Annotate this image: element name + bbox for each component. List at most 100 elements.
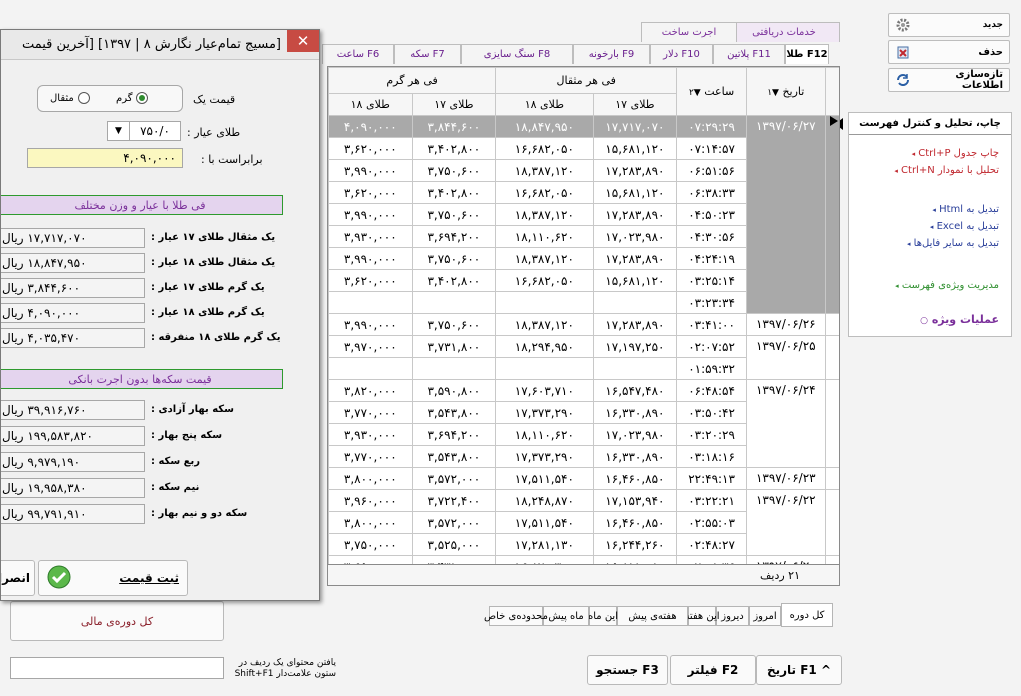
filter-f2-label: فیلتر F2 <box>687 663 739 677</box>
tab-gemstone-label: سنگ سایزی F8 <box>483 49 551 60</box>
tab-gemstone[interactable]: سنگ سایزی F8 <box>461 44 573 64</box>
unit-mithqal-radio[interactable]: مثقال <box>50 92 90 104</box>
cell-mithqal-18 <box>495 357 594 380</box>
date-f1-label: تاریخ F1 ^ <box>766 663 832 677</box>
cell-mithqal-18: ۱۶,۶۸۲,۰۵۰ <box>495 269 594 292</box>
tab-received-services[interactable]: خدمات دریافتی <box>728 22 840 42</box>
tab-coin-label: سکه F7 <box>410 49 445 60</box>
tab-watch[interactable]: ساعت F6 <box>322 44 394 64</box>
unit-gram-radio[interactable]: گرم <box>116 92 149 104</box>
price-row-label: ربع سکه : <box>151 456 201 467</box>
chart-analysis-item[interactable]: تحلیل با نمودار Ctrl+N ◂ <box>894 165 999 176</box>
period-tab[interactable]: امروز <box>749 606 781 626</box>
close-button[interactable]: ✕ <box>287 30 319 52</box>
new-button[interactable]: جدید <box>888 13 1010 37</box>
period-tab-label: کل دوره <box>789 609 825 621</box>
cell-mithqal-18: ۱۸,۳۸۷,۱۲۰ <box>495 247 594 270</box>
period-tab[interactable]: این هفته <box>684 606 720 626</box>
print-table-item[interactable]: چاپ جدول Ctrl+P ◂ <box>912 148 999 159</box>
cell-mithqal-18: ۱۸,۳۸۷,۱۲۰ <box>495 159 594 182</box>
special-list-item[interactable]: مدیریت ویژه‌ی فهرست ◂ <box>895 280 999 291</box>
purity-value: ۷۵۰/۰ <box>140 124 170 138</box>
period-tab[interactable]: ماه پیش <box>543 606 589 626</box>
report-menu-title: چاپ، تحلیل و کنترل فهرست <box>859 118 1001 129</box>
financial-period-button[interactable]: کل دوره‌ی مالی <box>10 601 224 641</box>
period-tab[interactable]: کل دوره <box>781 603 833 627</box>
table-row[interactable]: ۳,۸۲۰,۰۰۰ ۳,۵۹۰,۸۰۰ ۱۷,۶۰۳,۷۱۰ ۱۶,۵۴۷,۴۸۰ ۰۶… <box>328 379 839 468</box>
cell-gram-18: ۴,۰۹۰,۰۰۰ <box>328 115 413 138</box>
cell-gram-18 <box>328 357 413 380</box>
row-gutter <box>824 115 839 314</box>
delete-label: حذف <box>978 46 1003 58</box>
cell-mithqal-17: ۱۷,۱۵۳,۹۴۰ <box>592 489 678 512</box>
cell-date: ۱۳۹۷/۰۶/۲۶ <box>745 313 826 336</box>
cell-mithqal-18: ۱۸,۱۱۰,۶۲۰ <box>495 423 594 446</box>
cell-time: ۰۳:۲۰:۲۹ <box>676 423 747 446</box>
delete-button[interactable]: حذف <box>888 40 1010 64</box>
price-row-label: سکه بهار آزادی : <box>151 404 234 415</box>
price-row-label: یک گرم طلای ۱۸ عیار : <box>151 307 265 318</box>
tab-coin[interactable]: سکه F7 <box>394 44 461 64</box>
cell-time: ۰۱:۵۹:۳۲ <box>676 357 747 380</box>
period-tab[interactable]: هفته‌ی پیش <box>617 606 688 626</box>
price-grid: فی هر گرم فی هر مثقال ۲▼ ساعت ۱▼ تاریخ ط… <box>328 67 839 578</box>
dialog-titlebar[interactable]: [مسیج تمام‌عیار نگارش ۸ | ۱۳۹۷] [آخرین ق… <box>1 30 319 60</box>
per-gram-header: فی هر گرم <box>328 67 497 94</box>
table-row[interactable]: ۳,۹۹۰,۰۰۰ ۳,۷۵۰,۶۰۰ ۱۸,۳۸۷,۱۲۰ ۱۷,۲۸۳,۸۹۰ ۰۳… <box>328 313 839 336</box>
cell-mithqal-18 <box>495 291 594 314</box>
cell-gram-17: ۳,۸۴۴,۶۰۰ <box>411 115 497 138</box>
export-html-item[interactable]: تبدیل به Html ◂ <box>932 204 999 215</box>
table-row[interactable]: ۳,۹۷۰,۰۰۰ ۳,۷۳۱,۸۰۰ ۱۸,۲۹۴,۹۵۰ ۱۷,۱۹۷,۲۵۰ ۰۲… <box>328 335 839 380</box>
cell-gram-18: ۳,۹۷۰,۰۰۰ <box>328 335 413 358</box>
search-f3-button[interactable]: جستجو F3 <box>587 655 668 685</box>
price-row-value: ۳,۸۴۴,۶۰۰ ریال <box>1 278 145 298</box>
cell-mithqal-18: ۱۸,۸۴۷,۹۵۰ <box>495 115 594 138</box>
refresh-icon <box>895 72 911 88</box>
save-price-button[interactable]: ثبت قیمت <box>38 560 188 596</box>
price-row-label: سکه پنج بهار : <box>151 430 223 441</box>
refresh-button[interactable]: تازه‌سازی اطلاعات <box>888 68 1010 92</box>
cell-gram-18: ۳,۸۲۰,۰۰۰ <box>328 379 413 402</box>
radio-unchecked-icon <box>77 92 90 104</box>
cell-time: ۰۴:۳۰:۵۶ <box>676 225 747 248</box>
period-tab[interactable]: دیروز <box>716 606 749 626</box>
tab-barkhooneh[interactable]: بارخونه F9 <box>573 44 650 64</box>
cell-gram-17: ۳,۴۰۲,۸۰۰ <box>411 137 497 160</box>
price-input[interactable]: ۴,۰۹۰,۰۰۰ <box>27 148 183 168</box>
sort-indicator-1: ۱▼ <box>767 88 779 98</box>
row-count: ۲۱ ردیف <box>760 569 800 582</box>
table-row[interactable]: ۳,۸۰۰,۰۰۰ ۳,۵۷۲,۰۰۰ ۱۷,۵۱۱,۵۴۰ ۱۶,۴۶۰,۸۵۰ ۲۲… <box>328 467 839 490</box>
cancel-button[interactable]: انصراف <box>1 560 35 596</box>
export-excel-item[interactable]: تبدیل به Excel ◂ <box>930 221 999 232</box>
cell-gram-18: ۳,۹۳۰,۰۰۰ <box>328 225 413 248</box>
cell-mithqal-18: ۱۷,۲۸۱,۱۳۰ <box>495 533 594 556</box>
special-ops-item[interactable]: عملیات ویژه ○ <box>920 313 999 326</box>
tab-gold[interactable]: طلا F12 <box>785 44 829 64</box>
filter-f2-button[interactable]: فیلتر F2 <box>670 655 756 685</box>
export-other-item[interactable]: تبدیل به سایر فایل‌ها ◂ <box>907 238 999 249</box>
time-header[interactable]: ۲▼ ساعت <box>676 67 747 116</box>
cell-mithqal-18: ۱۶,۶۸۲,۰۵۰ <box>495 181 594 204</box>
cell-mithqal-17: ۱۷,۲۸۳,۸۹۰ <box>592 159 678 182</box>
period-tab[interactable]: محدوده‌ی خاص <box>484 606 548 626</box>
cell-mithqal-17: ۱۶,۳۳۰,۸۹۰ <box>592 445 678 468</box>
cell-gram-18: ۳,۶۲۰,۰۰۰ <box>328 269 413 292</box>
period-tab[interactable]: این ماه <box>588 606 618 626</box>
report-menu-header[interactable]: چاپ، تحلیل و کنترل فهرست <box>835 113 1011 135</box>
cell-date: ۱۳۹۷/۰۶/۲۷ <box>745 115 826 314</box>
date-f1-button[interactable]: تاریخ F1 ^ <box>756 655 842 685</box>
row-search-input[interactable] <box>10 657 224 679</box>
tab-making-fee[interactable]: اجرت ساخت <box>641 22 737 42</box>
cell-mithqal-17 <box>592 357 678 380</box>
table-row[interactable]: ۳,۹۶۰,۰۰۰ ۳,۷۲۲,۴۰۰ ۱۸,۲۴۸,۸۷۰ ۱۷,۱۵۳,۹۴۰ ۰۳… <box>328 489 839 556</box>
row-gutter <box>824 313 839 336</box>
tab-platinum[interactable]: پلاتین F11 <box>713 44 785 64</box>
cell-time: ۰۶:۴۸:۵۴ <box>676 379 747 402</box>
purity-select[interactable]: ▼ ۷۵۰/۰ <box>107 121 181 141</box>
cell-gram-18: ۳,۹۹۰,۰۰۰ <box>328 247 413 270</box>
cell-gram-17: ۳,۵۹۰,۸۰۰ <box>411 379 497 402</box>
date-header[interactable]: ۱▼ تاریخ <box>745 67 826 116</box>
unit-gram-label: گرم <box>116 92 133 104</box>
tab-dollar[interactable]: دلار F10 <box>650 44 713 64</box>
table-row[interactable]: ۴,۰۹۰,۰۰۰ ۳,۸۴۴,۶۰۰ ۱۸,۸۴۷,۹۵۰ ۱۷,۷۱۷,۰۷۰ ۰۷… <box>328 115 839 314</box>
